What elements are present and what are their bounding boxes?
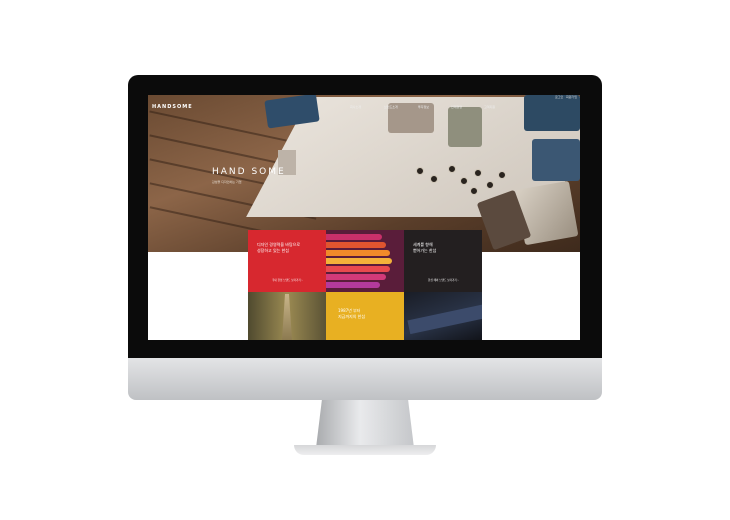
nav-item-invest[interactable]: 투자정보 bbox=[418, 105, 429, 109]
button-prop bbox=[486, 181, 494, 189]
tile-global[interactable]: 세계를 향해 뻗어가는 한섬 한섬 해외 브랜드 보러가기 › bbox=[404, 230, 482, 292]
thread-spool bbox=[326, 234, 382, 240]
tile-global-text-2: 뻗어가는 한섬 bbox=[413, 248, 437, 253]
fabric-fold bbox=[407, 303, 482, 335]
tile-fabric-photo bbox=[404, 292, 482, 340]
monitor-chin bbox=[128, 358, 602, 400]
monitor-stand-base bbox=[294, 445, 436, 455]
thread-spool bbox=[326, 282, 380, 288]
button-prop bbox=[474, 169, 482, 177]
button-prop bbox=[416, 167, 424, 175]
button-prop bbox=[460, 177, 468, 185]
website-screen: HANDSOME 로그인 회원가입 회사소개 브랜드소개 투자정보 인재경영 고… bbox=[148, 95, 580, 340]
tie-shape bbox=[282, 294, 292, 340]
thread-spool bbox=[326, 266, 390, 272]
thread-spool bbox=[326, 274, 386, 280]
global-brand-link[interactable]: 한섬 해외 브랜드 보러가기 › bbox=[428, 278, 459, 282]
tile-history[interactable]: 1987년 부터 지금까지의 한섬 bbox=[326, 292, 404, 340]
denim-stack bbox=[532, 139, 580, 181]
nav-item-support[interactable]: 고객지원 bbox=[484, 105, 495, 109]
signup-link[interactable]: 회원가입 bbox=[566, 95, 577, 99]
imac-monitor: HANDSOME 로그인 회원가입 회사소개 브랜드소개 투자정보 인재경영 고… bbox=[128, 75, 602, 400]
site-logo[interactable]: HANDSOME bbox=[152, 104, 193, 110]
login-link[interactable]: 로그인 bbox=[555, 95, 563, 99]
tile-design-text-2: 성장하고 있는 한섬 bbox=[257, 248, 289, 253]
tile-suit-photo bbox=[248, 292, 326, 340]
thread-spool bbox=[326, 258, 392, 264]
tile-history-text-2: 지금까지의 한섬 bbox=[338, 314, 366, 319]
nav-item-company[interactable]: 회사소개 bbox=[350, 105, 361, 109]
button-prop bbox=[430, 175, 438, 183]
monitor-stand bbox=[316, 400, 414, 448]
site-header: HANDSOME 로그인 회원가입 회사소개 브랜드소개 투자정보 인재경영 고… bbox=[148, 95, 580, 111]
tile-design-management[interactable]: 디자인 경영력을 바탕으로 성장하고 있는 한섬 국내 한섬 브랜드 보러가기 … bbox=[248, 230, 326, 292]
button-prop bbox=[498, 171, 506, 179]
jacket-hanging bbox=[448, 107, 482, 147]
hero-subtitle: 감성을 디자인하는 기업 bbox=[212, 180, 242, 184]
domestic-brand-link[interactable]: 국내 한섬 브랜드 보러가기 › bbox=[272, 278, 303, 282]
button-prop bbox=[470, 187, 478, 195]
tile-thread-photo bbox=[326, 230, 404, 292]
thread-spool bbox=[326, 242, 386, 248]
thread-spool bbox=[326, 250, 390, 256]
nav-item-brand[interactable]: 브랜드소개 bbox=[384, 105, 398, 109]
hero-title: HAND SOME bbox=[212, 167, 286, 177]
button-prop bbox=[448, 165, 456, 173]
hero-image: HANDSOME 로그인 회원가입 회사소개 브랜드소개 투자정보 인재경영 고… bbox=[148, 95, 580, 252]
nav-item-career[interactable]: 인재경영 bbox=[451, 105, 462, 109]
